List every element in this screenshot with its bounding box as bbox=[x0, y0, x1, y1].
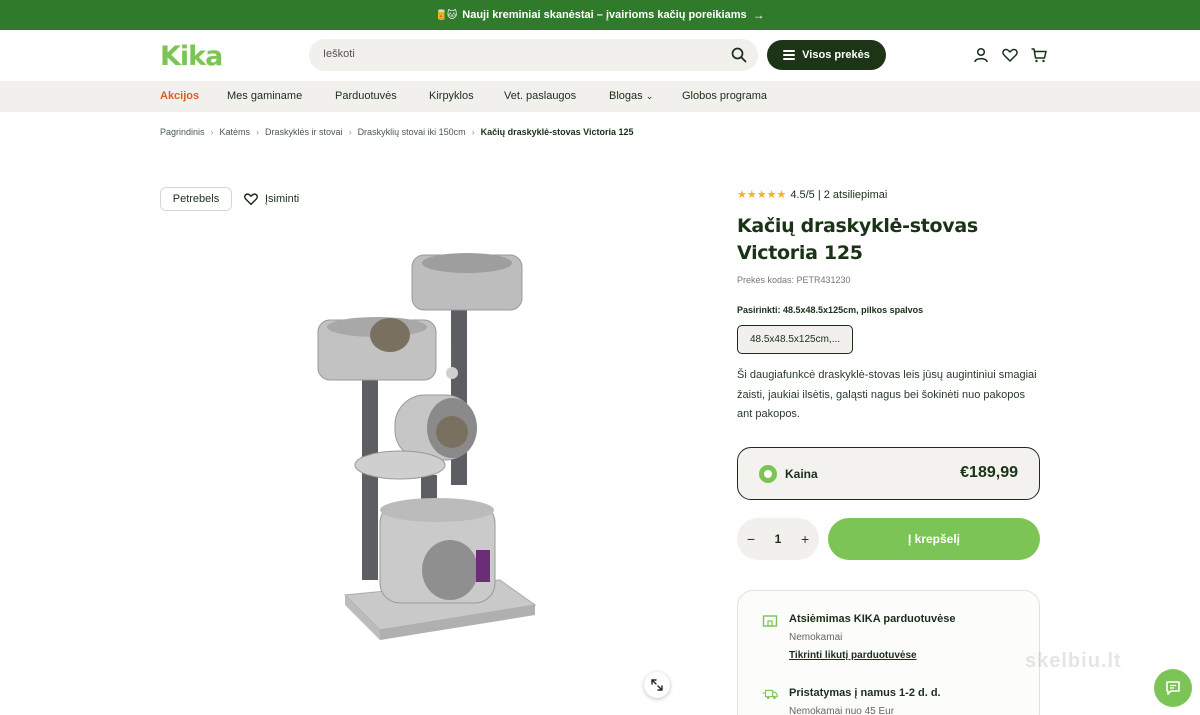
search-placeholder: Ieškoti bbox=[323, 48, 355, 60]
home-delivery-subtitle: Nemokamai nuo 45 Eur bbox=[789, 706, 895, 715]
brand-badge[interactable]: Petrebels bbox=[160, 187, 232, 211]
breadcrumb-separator: › bbox=[256, 127, 260, 137]
star-rating-icon: ★★★★★ bbox=[737, 189, 787, 201]
header: Kika Ieškoti Visos prekės bbox=[0, 30, 1200, 81]
breadcrumb-separator: › bbox=[210, 127, 214, 137]
breadcrumb-separator: › bbox=[471, 127, 475, 137]
truck-icon bbox=[762, 689, 778, 700]
product-title: Kačių draskyklė-stovas Victoria 125 bbox=[737, 215, 978, 264]
breadcrumb-link[interactable]: Katėms bbox=[220, 127, 251, 137]
breadcrumb-current: Kačių draskyklė-stovas Victoria 125 bbox=[480, 127, 634, 137]
nav-item-globos-programa[interactable]: Globos programa bbox=[682, 90, 767, 102]
store-icon bbox=[762, 615, 778, 627]
zoom-button[interactable] bbox=[644, 672, 670, 698]
product-rating[interactable]: ★★★★★ 4.5/5 | 2 atsiliepimai bbox=[737, 188, 888, 202]
price-label: Kaina bbox=[785, 467, 818, 481]
breadcrumb-separator: › bbox=[348, 127, 352, 137]
add-to-cart-button[interactable]: Į krepšelį bbox=[828, 518, 1040, 560]
nav-item-blogas-label: Blogas bbox=[609, 90, 643, 102]
variant-option[interactable]: 48.5x48.5x125cm,... bbox=[737, 325, 853, 354]
wishlist-label: Įsiminti bbox=[265, 193, 300, 205]
nav-item-blogas[interactable]: Blogas ⌄ bbox=[609, 90, 653, 102]
product-sku: Prekės kodas: PETR431230 bbox=[737, 275, 851, 285]
arrow-right-icon: → bbox=[752, 8, 765, 22]
price-value: €189,99 bbox=[960, 464, 1018, 481]
nav-item-mes-gaminame[interactable]: Mes gaminame bbox=[227, 90, 302, 102]
promo-emoji-icon: 🥫🐱 bbox=[435, 9, 457, 21]
nav-item-vet-paslaugos[interactable]: Vet. paslaugos bbox=[504, 90, 576, 102]
user-icon[interactable] bbox=[972, 46, 990, 64]
main-nav: Akcijos Mes gaminame Parduotuvės Kirpykl… bbox=[0, 81, 1200, 112]
nav-item-akcijos[interactable]: Akcijos bbox=[160, 90, 199, 102]
pickup-title: Atsiėmimas KIKA parduotuvėse bbox=[789, 613, 956, 625]
product-description: Ši daugiafunkcė draskyklė-stovas leis jū… bbox=[737, 369, 1037, 420]
rating-text: 4.5/5 | 2 atsiliepimai bbox=[790, 188, 888, 201]
product-image[interactable] bbox=[300, 235, 550, 665]
variant-label: Pasirinkti: 48.5x48.5x125cm, pilkos spal… bbox=[737, 305, 924, 315]
expand-icon bbox=[651, 679, 663, 691]
radio-selected-icon[interactable] bbox=[759, 465, 777, 483]
wishlist-button[interactable]: Įsiminti bbox=[243, 191, 299, 207]
increase-quantity-button[interactable]: + bbox=[801, 531, 809, 547]
nav-item-parduotuves[interactable]: Parduotuvės bbox=[335, 90, 397, 102]
check-stock-link[interactable]: Tikrinti likutį parduotuvėse bbox=[789, 650, 917, 661]
quantity-stepper: − 1 + bbox=[737, 518, 819, 560]
watermark: skelbiu.lt bbox=[1025, 650, 1122, 672]
quantity-value[interactable]: 1 bbox=[775, 532, 782, 546]
breadcrumb-link[interactable]: Draskyklės ir stovai bbox=[265, 127, 343, 137]
promo-banner[interactable]: 🥫🐱 Nauji kreminiai skanėstai – įvairioms… bbox=[0, 0, 1200, 30]
delivery-info: Atsiėmimas KIKA parduotuvėse Nemokamai T… bbox=[737, 590, 1040, 715]
pickup-subtitle: Nemokamai bbox=[789, 632, 843, 643]
home-delivery-title: Pristatymas į namus 1-2 d. d. bbox=[789, 687, 941, 699]
breadcrumb: Pagrindinis › Katėms › Draskyklės ir sto… bbox=[160, 127, 634, 137]
header-actions bbox=[972, 46, 1048, 64]
search-input[interactable]: Ieškoti bbox=[309, 39, 758, 71]
chevron-down-icon: ⌄ bbox=[645, 91, 654, 101]
all-products-label: Visos prekės bbox=[802, 49, 870, 61]
price-option[interactable]: Kaina €189,99 bbox=[737, 447, 1040, 500]
kika-logo[interactable]: Kika bbox=[160, 41, 223, 72]
search-icon[interactable] bbox=[730, 46, 748, 64]
nav-item-kirpyklos[interactable]: Kirpyklos bbox=[429, 90, 474, 102]
chat-button[interactable] bbox=[1154, 669, 1192, 707]
cart-icon[interactable] bbox=[1030, 46, 1048, 64]
promo-text: Nauji kreminiai skanėstai – įvairioms ka… bbox=[462, 9, 747, 21]
breadcrumb-link[interactable]: Pagrindinis bbox=[160, 127, 205, 137]
decrease-quantity-button[interactable]: − bbox=[747, 531, 755, 547]
heart-icon bbox=[244, 193, 258, 206]
menu-icon bbox=[783, 50, 796, 60]
all-products-button[interactable]: Visos prekės bbox=[767, 40, 886, 70]
heart-icon[interactable] bbox=[1001, 46, 1019, 64]
chat-icon bbox=[1166, 681, 1180, 695]
breadcrumb-link[interactable]: Draskyklių stovai iki 150cm bbox=[358, 127, 466, 137]
